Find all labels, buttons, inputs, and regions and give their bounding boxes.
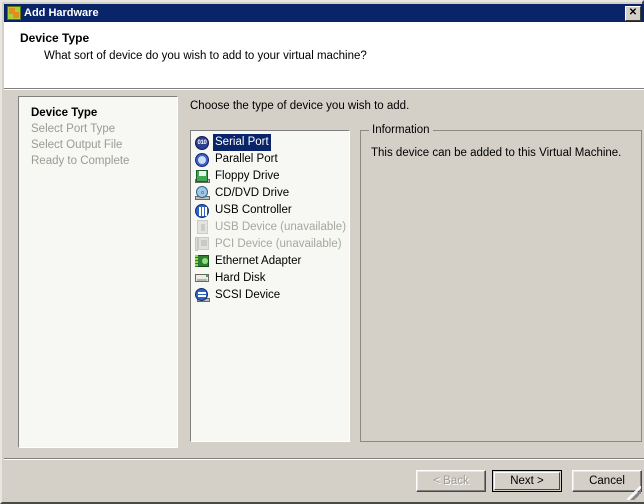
device-list-item: PCI Device (unavailable) — [193, 236, 347, 253]
window-title: Add Hardware — [24, 7, 99, 19]
information-legend: Information — [369, 124, 433, 136]
device-list-item[interactable]: Ethernet Adapter — [193, 253, 347, 270]
device-list-item-label: Serial Port — [213, 134, 271, 151]
ethernet-adapter-icon — [195, 254, 210, 269]
device-list-item-label: USB Controller — [215, 204, 292, 216]
device-list-item[interactable]: USB Controller — [193, 202, 347, 219]
scsi-device-icon — [195, 288, 210, 303]
dialog-body: Device Type Select Port Type Select Output… — [4, 90, 644, 458]
information-text: This device can be added to this Virtual… — [371, 147, 622, 159]
page-title: Device Type — [20, 31, 90, 45]
device-list-item[interactable]: 010 Serial Port — [193, 134, 347, 151]
close-icon[interactable]: ✕ — [625, 5, 641, 21]
device-list-item-label: Ethernet Adapter — [215, 255, 302, 267]
footer-divider — [4, 458, 644, 460]
wizard-step: Select Port Type — [31, 123, 116, 135]
device-type-listbox[interactable]: 010 Serial Port Parallel Port Floppy Drive C… — [190, 130, 350, 442]
device-list-item[interactable]: CD/DVD Drive — [193, 185, 347, 202]
serial-port-icon: 010 — [195, 135, 210, 150]
device-prompt: Choose the type of device you wish to ad… — [190, 100, 410, 112]
next-button-label: Next > — [494, 472, 560, 490]
device-list-item[interactable]: Floppy Drive — [193, 168, 347, 185]
device-list-item-label: Parallel Port — [215, 153, 278, 165]
title-bar[interactable]: Add Hardware ✕ — [4, 4, 644, 22]
hard-disk-icon — [195, 271, 210, 286]
pci-device-icon — [195, 237, 210, 252]
wizard-steps-panel: Device Type Select Port Type Select Output… — [18, 96, 178, 448]
floppy-drive-icon — [195, 169, 210, 184]
cd-dvd-drive-icon — [195, 186, 210, 201]
add-hardware-icon — [7, 6, 21, 20]
device-list-item-label: Hard Disk — [215, 272, 266, 284]
device-list-item[interactable]: SCSI Device — [193, 287, 347, 304]
device-list-item-label: SCSI Device — [215, 289, 281, 301]
information-groupbox: Information This device can be added to … — [360, 124, 642, 442]
parallel-port-icon — [195, 152, 210, 167]
add-hardware-dialog: Add Hardware ✕ Device Type What sort of … — [0, 0, 644, 504]
usb-device-icon — [195, 220, 210, 235]
wizard-step: Select Output File — [31, 139, 123, 151]
device-list-item[interactable]: Parallel Port — [193, 151, 347, 168]
information-groupbox-border — [360, 130, 642, 442]
wizard-step: Ready to Complete — [31, 155, 130, 167]
resize-grip-icon[interactable] — [627, 486, 641, 500]
usb-controller-icon — [195, 203, 210, 218]
back-button[interactable]: < Back — [416, 470, 486, 492]
next-button[interactable]: Next > — [492, 470, 562, 492]
device-list-item-label: Floppy Drive — [215, 170, 280, 182]
device-list-item-label: USB Device (unavailable) — [215, 221, 347, 233]
serial-port-icon-text: 010 — [195, 136, 209, 150]
device-list-item-label: CD/DVD Drive — [215, 187, 290, 199]
header-banner: Device Type What sort of device do you w… — [4, 22, 644, 88]
page-subtitle: What sort of device do you wish to add t… — [44, 50, 367, 62]
main-content: Choose the type of device you wish to ad… — [188, 90, 644, 458]
device-list-item[interactable]: Hard Disk — [193, 270, 347, 287]
wizard-step: Device Type — [31, 107, 98, 119]
device-list-item-label: PCI Device (unavailable) — [215, 238, 342, 250]
dialog-footer: < Back Next > Cancel — [4, 458, 644, 502]
device-list-item: USB Device (unavailable) — [193, 219, 347, 236]
